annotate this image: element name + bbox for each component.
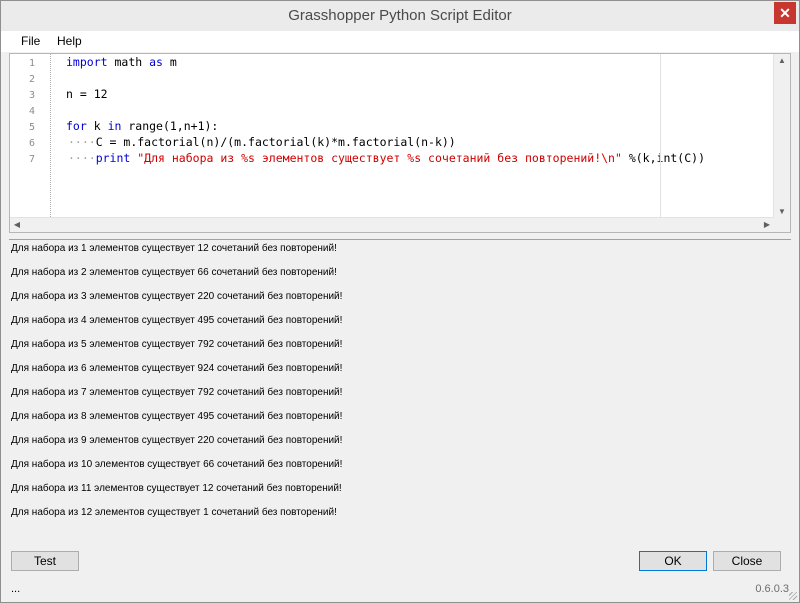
- line-number: 2: [29, 74, 36, 85]
- line-number: 5: [29, 122, 36, 133]
- output-line: Для набора из 3 элементов существует 220…: [11, 291, 343, 302]
- output-line: Для набора из 6 элементов существует 924…: [11, 363, 343, 374]
- close-button[interactable]: Close: [713, 551, 781, 571]
- output-line: Для набора из 4 элементов существует 495…: [11, 315, 343, 326]
- output-line: Для набора из 1 элементов существует 12 …: [11, 243, 337, 254]
- code-line: for k in range(1,n+1):: [66, 119, 219, 133]
- scroll-down-icon[interactable]: ▼: [775, 205, 789, 219]
- script-editor-window: Grasshopper Python Script Editor ✕ File …: [0, 0, 800, 603]
- title-bar[interactable]: Grasshopper Python Script Editor ✕: [1, 1, 799, 31]
- code-line: import math as m: [66, 55, 177, 69]
- resize-grip-icon[interactable]: [789, 592, 797, 600]
- code-line: ····C = m.factorial(n)/(m.factorial(k)*m…: [68, 135, 456, 149]
- window-title: Grasshopper Python Script Editor: [288, 7, 512, 24]
- horizontal-scrollbar[interactable]: ◀ ▶: [10, 217, 774, 232]
- line-number: 4: [29, 106, 36, 117]
- output-panel: Для набора из 1 элементов существует 12 …: [9, 239, 791, 542]
- menu-file[interactable]: File: [21, 34, 40, 48]
- line-number: 1: [29, 58, 36, 69]
- output-line: Для набора из 2 элементов существует 66 …: [11, 267, 337, 278]
- code-editor[interactable]: 1 2 3 4 5 6 7 import math as m n = 12 fo…: [9, 53, 791, 233]
- scroll-up-icon[interactable]: ▲: [775, 54, 789, 68]
- line-number-gutter: 1 2 3 4 5 6 7: [10, 54, 51, 219]
- ok-button[interactable]: OK: [639, 551, 707, 571]
- long-line-marker: [660, 54, 661, 219]
- output-line: Для набора из 5 элементов существует 792…: [11, 339, 343, 350]
- code-line: ····print "Для набора из %s элементов су…: [68, 151, 705, 165]
- status-text: ...: [11, 583, 21, 595]
- scroll-corner: [774, 218, 790, 232]
- vertical-scrollbar[interactable]: ▲ ▼: [773, 54, 790, 219]
- bottom-bar: Test OK Close ... 0.6.0.3: [1, 543, 799, 602]
- line-number: 6: [29, 138, 36, 149]
- line-number: 3: [29, 90, 36, 101]
- test-button[interactable]: Test: [11, 551, 79, 571]
- output-line: Для набора из 12 элементов существует 1 …: [11, 507, 337, 518]
- close-window-icon[interactable]: ✕: [774, 2, 796, 24]
- output-line: Для набора из 11 элементов существует 12…: [11, 483, 342, 494]
- menu-bar: File Help: [1, 31, 799, 52]
- scroll-left-icon[interactable]: ◀: [10, 218, 24, 232]
- output-line: Для набора из 9 элементов существует 220…: [11, 435, 343, 446]
- code-line: n = 12: [66, 87, 108, 101]
- output-line: Для набора из 10 элементов существует 66…: [11, 459, 343, 470]
- output-line: Для набора из 7 элементов существует 792…: [11, 387, 343, 398]
- line-number: 7: [29, 154, 36, 165]
- version-label: 0.6.0.3: [755, 583, 789, 595]
- menu-help[interactable]: Help: [57, 34, 82, 48]
- scroll-right-icon[interactable]: ▶: [760, 218, 774, 232]
- output-line: Для набора из 8 элементов существует 495…: [11, 411, 343, 422]
